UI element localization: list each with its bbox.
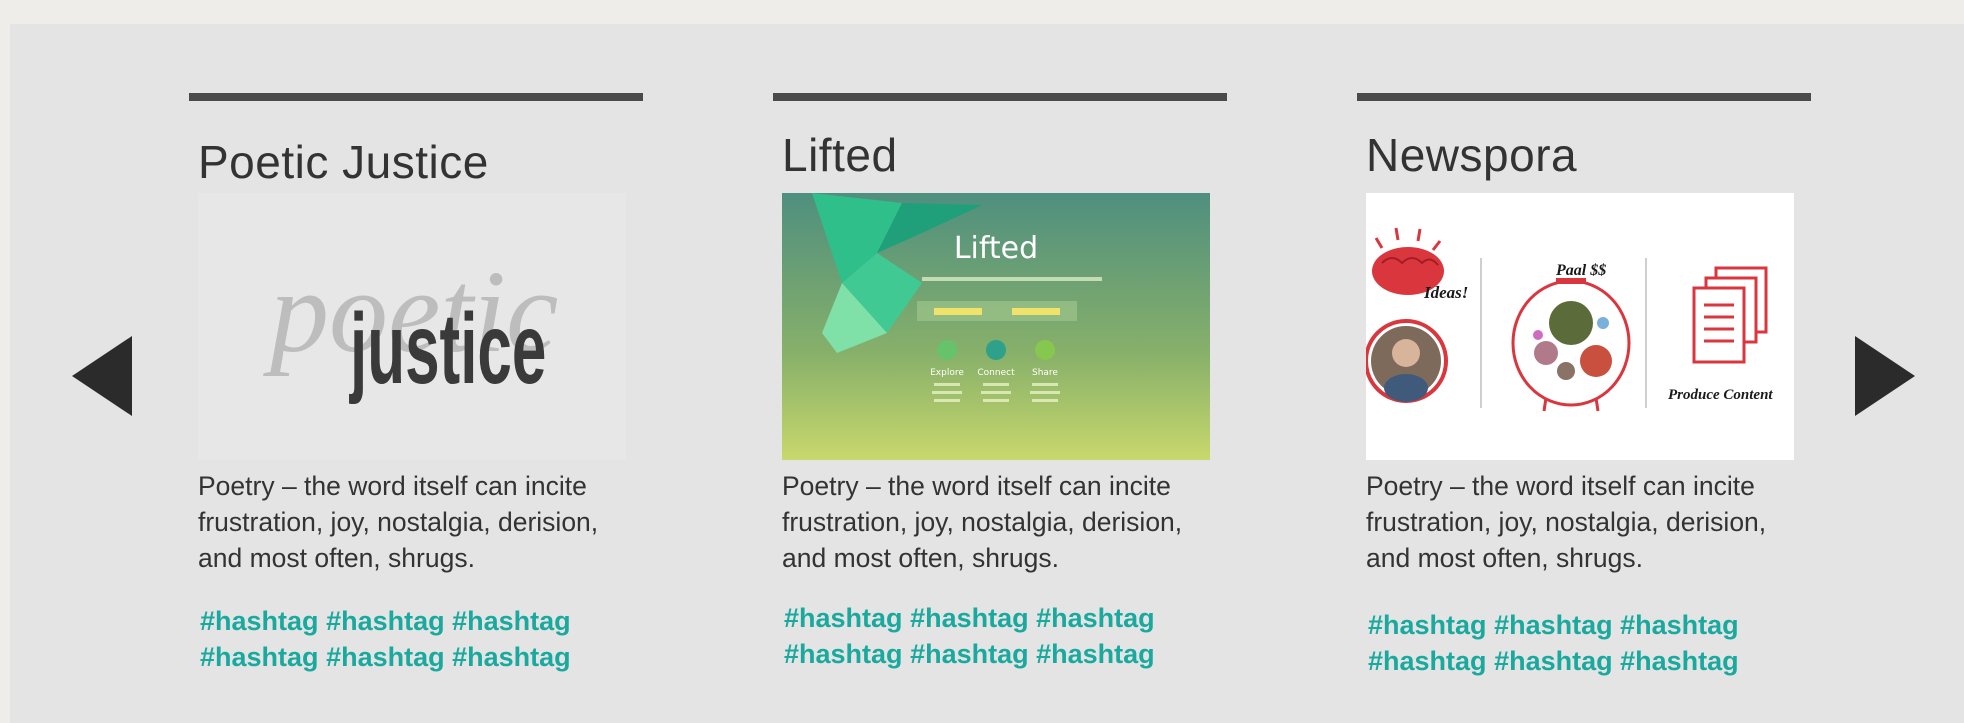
triangle-left-icon: [72, 336, 132, 416]
card-title[interactable]: Newspora: [1366, 128, 1577, 182]
hashtag-link[interactable]: #hashtag: [200, 642, 319, 672]
hashtag-link[interactable]: #hashtag: [452, 642, 571, 672]
lifted-column-label: Share: [1032, 368, 1058, 378]
logo-block-word: justice: [349, 293, 547, 405]
hashtag-link[interactable]: #hashtag: [1494, 646, 1613, 676]
lifted-site-screenshot: Lifted Explore Connect Share: [782, 193, 1210, 460]
newspora-illustration: Ideas! Paal $$ Produce Content: [1366, 193, 1794, 460]
hashtag-link[interactable]: #hashtag: [1620, 610, 1739, 640]
card-tags: #hashtag #hashtag #hashtag #hashtag #has…: [1368, 607, 1808, 679]
hashtag-link[interactable]: #hashtag: [1620, 646, 1739, 676]
carousel-prev-button[interactable]: [72, 336, 132, 416]
hashtag-link[interactable]: #hashtag: [200, 606, 319, 636]
hashtag-link[interactable]: #hashtag: [452, 606, 571, 636]
card-thumbnail[interactable]: Ideas! Paal $$ Produce Content: [1366, 193, 1794, 460]
ideas-label: Ideas!: [1423, 283, 1468, 302]
lifted-logo-text: Lifted: [954, 231, 1038, 266]
hashtag-link[interactable]: #hashtag: [784, 603, 903, 633]
produce-content-label: Produce Content: [1668, 387, 1773, 403]
poetic-justice-logo-image: poetic justice: [198, 193, 626, 460]
triangle-right-icon: [1855, 336, 1915, 416]
hashtag-link[interactable]: #hashtag: [1368, 610, 1487, 640]
card-thumbnail[interactable]: poetic justice: [198, 193, 626, 460]
hashtag-link[interactable]: #hashtag: [784, 639, 903, 669]
hashtag-link[interactable]: #hashtag: [326, 642, 445, 672]
card-tags: #hashtag #hashtag #hashtag #hashtag #has…: [784, 600, 1224, 672]
carousel-next-button[interactable]: [1855, 336, 1915, 416]
card-description: Poetry – the word itself can incite frus…: [198, 471, 599, 573]
lifted-column-label: Explore: [930, 368, 964, 378]
card-thumbnail[interactable]: Lifted Explore Connect Share: [782, 193, 1210, 460]
card-top-rule: [189, 93, 643, 101]
hashtag-link[interactable]: #hashtag: [1036, 639, 1155, 669]
card-description: Poetry – the word itself can incite frus…: [1366, 471, 1767, 573]
hashtag-link[interactable]: #hashtag: [326, 606, 445, 636]
hashtag-link[interactable]: #hashtag: [1494, 610, 1613, 640]
card-description: Poetry – the word itself can incite frus…: [782, 471, 1183, 573]
card-title[interactable]: Lifted: [782, 128, 898, 182]
card-title[interactable]: Poetic Justice: [198, 135, 489, 189]
card-tags: #hashtag #hashtag #hashtag #hashtag #has…: [200, 603, 640, 675]
card-top-rule: [773, 93, 1227, 101]
hashtag-link[interactable]: #hashtag: [1036, 603, 1155, 633]
hashtag-link[interactable]: #hashtag: [910, 639, 1029, 669]
card-top-rule: [1357, 93, 1811, 101]
lifted-column-label: Connect: [977, 368, 1015, 378]
money-label: Paal $$: [1555, 262, 1606, 279]
hashtag-link[interactable]: #hashtag: [910, 603, 1029, 633]
hashtag-link[interactable]: #hashtag: [1368, 646, 1487, 676]
